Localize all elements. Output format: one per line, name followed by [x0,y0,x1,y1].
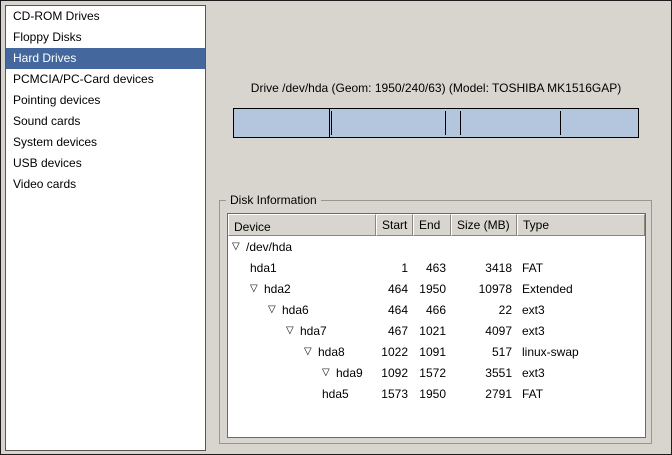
device-label: hda9 [336,366,363,380]
disk-table-header: DeviceStartEndSize (MB)Type [228,214,645,236]
device-row-dev-hda[interactable]: ▽/dev/hda [228,236,645,257]
expander-icon[interactable]: ▽ [304,347,318,357]
device-cell: hda5 [228,387,376,401]
type-cell: ext3 [517,324,645,338]
device-label: hda2 [264,282,291,296]
partition-segment-hda8 [445,111,460,135]
end-cell: 1572 [413,366,451,380]
device-row-hda9[interactable]: ▽hda9109215723551ext3 [228,362,645,383]
sidebar-item-floppy-disks[interactable]: Floppy Disks [6,27,205,48]
size-cell: 4097 [451,324,517,338]
partition-segment-hda2 [330,109,638,137]
start-cell: 464 [376,303,413,317]
device-row-hda2[interactable]: ▽hda2464195010978Extended [228,278,645,299]
size-cell: 22 [451,303,517,317]
device-cell: ▽hda6 [228,303,376,317]
column-header-size-mb[interactable]: Size (MB) [451,214,517,236]
device-cell: ▽hda8 [228,345,376,359]
sidebar-item-pointing-devices[interactable]: Pointing devices [6,90,205,111]
sidebar-item-sound-cards[interactable]: Sound cards [6,111,205,132]
start-cell: 1092 [376,366,413,380]
disk-table: DeviceStartEndSize (MB)Type ▽/dev/hdahda… [227,213,646,438]
sidebar-item-usb-devices[interactable]: USB devices [6,153,205,174]
type-cell: ext3 [517,366,645,380]
partition-segment-hda1 [234,109,330,137]
end-cell: 1091 [413,345,451,359]
start-cell: 1 [376,261,413,275]
expander-icon[interactable]: ▽ [232,242,246,252]
expander-icon[interactable]: ▽ [286,326,300,336]
device-label: hda7 [300,324,327,338]
start-cell: 1022 [376,345,413,359]
start-cell: 464 [376,282,413,296]
device-label: hda5 [322,387,349,401]
expander-icon[interactable]: ▽ [322,368,336,378]
start-cell: 1573 [376,387,413,401]
type-cell: ext3 [517,303,645,317]
drive-description: Drive /dev/hda (Geom: 1950/240/63) (Mode… [226,81,646,95]
hardware-browser-window: CD-ROM DrivesFloppy DisksHard DrivesPCMC… [0,0,672,455]
disk-information-frame: Disk Information DeviceStartEndSize (MB)… [219,200,652,444]
size-cell: 10978 [451,282,517,296]
device-cell: ▽hda7 [228,324,376,338]
device-row-hda6[interactable]: ▽hda646446622ext3 [228,299,645,320]
device-cell: ▽hda2 [228,282,376,296]
column-header-type[interactable]: Type [517,214,645,236]
device-cell: hda1 [228,261,376,275]
device-label: hda8 [318,345,345,359]
end-cell: 463 [413,261,451,275]
sidebar-item-cd-rom-drives[interactable]: CD-ROM Drives [6,6,205,27]
partition-segment-hda5 [560,111,638,135]
end-cell: 1950 [413,282,451,296]
device-category-list[interactable]: CD-ROM DrivesFloppy DisksHard DrivesPCMC… [5,5,206,451]
disk-information-label: Disk Information [226,193,321,207]
device-label: hda6 [282,303,309,317]
device-label: /dev/hda [246,240,292,254]
device-row-hda1[interactable]: hda1 14633418FAT [228,257,645,278]
column-header-start[interactable]: Start [376,214,413,236]
device-cell: ▽/dev/hda [228,240,376,254]
device-cell: ▽hda9 [228,366,376,380]
device-row-hda5[interactable]: hda5 157319502791FAT [228,383,645,404]
end-cell: 1021 [413,324,451,338]
disk-table-body: ▽/dev/hdahda114633418FAT▽hda246419501097… [228,236,645,437]
size-cell: 517 [451,345,517,359]
end-cell: 466 [413,303,451,317]
sidebar-item-hard-drives[interactable]: Hard Drives [6,48,205,69]
device-row-hda7[interactable]: ▽hda746710214097ext3 [228,320,645,341]
device-row-hda8[interactable]: ▽hda810221091517linux-swap [228,341,645,362]
partition-segment-hda7 [331,111,446,135]
sidebar-item-video-cards[interactable]: Video cards [6,174,205,195]
device-label: hda1 [250,261,277,275]
end-cell: 1950 [413,387,451,401]
column-header-end[interactable]: End [413,214,451,236]
column-header-device[interactable]: Device [228,214,376,236]
sidebar-item-pcmcia-pc-card-devices[interactable]: PCMCIA/PC-Card devices [6,69,205,90]
expander-icon[interactable]: ▽ [250,284,264,294]
partition-bar [233,108,639,138]
partition-segment-hda9 [460,111,560,135]
start-cell: 467 [376,324,413,338]
expander-icon[interactable]: ▽ [268,305,282,315]
size-cell: 3418 [451,261,517,275]
type-cell: Extended [517,282,645,296]
sidebar-item-system-devices[interactable]: System devices [6,132,205,153]
type-cell: linux-swap [517,345,645,359]
type-cell: FAT [517,387,645,401]
size-cell: 3551 [451,366,517,380]
type-cell: FAT [517,261,645,275]
size-cell: 2791 [451,387,517,401]
